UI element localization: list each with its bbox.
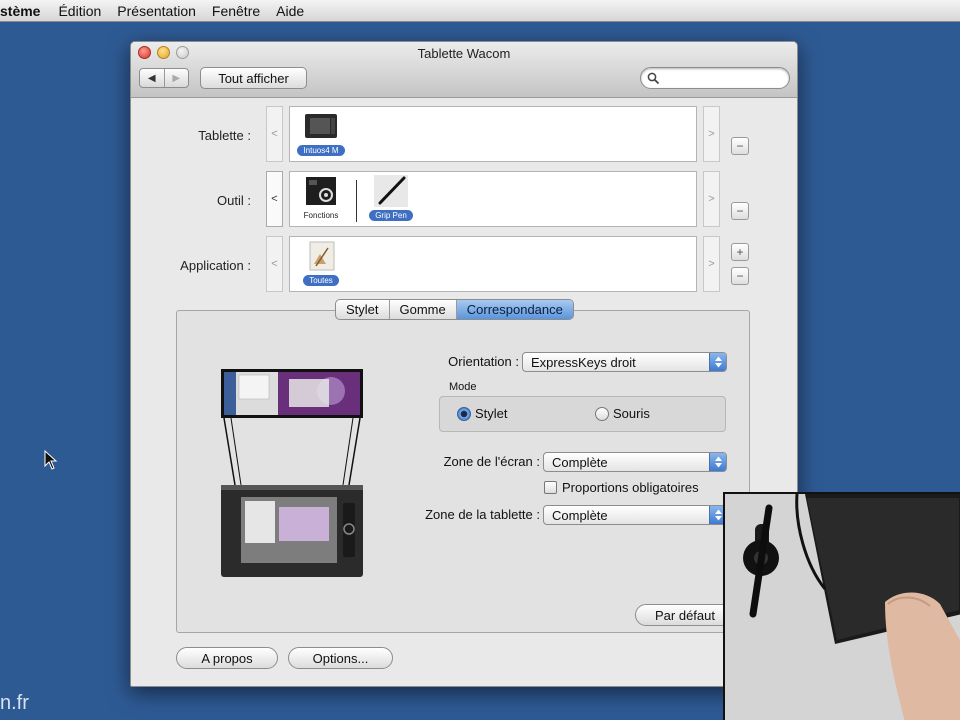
mouse-cursor-icon <box>44 450 58 470</box>
options-button[interactable]: Options... <box>288 647 393 669</box>
mode-group: Stylet Souris <box>439 396 726 432</box>
application-remove-button[interactable]: − <box>731 267 749 285</box>
tab-stylet[interactable]: Stylet <box>336 300 390 319</box>
default-button[interactable]: Par défaut <box>635 604 735 626</box>
mapping-preview-image <box>221 369 363 577</box>
back-button[interactable]: ◀ <box>140 69 165 87</box>
screen-zone-label: Zone de l'écran : <box>443 454 540 469</box>
show-all-button[interactable]: Tout afficher <box>200 67 307 89</box>
tab-correspondance[interactable]: Correspondance <box>456 300 573 319</box>
mode-stylet-label: Stylet <box>475 406 508 421</box>
functions-icon <box>306 177 336 205</box>
mode-souris-label: Souris <box>613 406 650 421</box>
tool-list: Fonctions Grip Pen <box>289 171 697 227</box>
window-title: Tablette Wacom <box>417 46 511 61</box>
functions-tile-label: Fonctions <box>303 211 339 220</box>
menu-help[interactable]: Aide <box>276 3 304 19</box>
orientation-label: Orientation : <box>448 354 519 369</box>
screen-zone-popup[interactable]: Complète <box>543 452 727 472</box>
window-toolbar: Tablette Wacom ◀ ▶ Tout afficher <box>131 42 797 98</box>
orientation-value: ExpressKeys droit <box>531 354 636 370</box>
tool-label: Outil : <box>217 193 251 208</box>
screen-zone-value: Complète <box>552 454 608 470</box>
forward-button[interactable]: ▶ <box>165 69 189 87</box>
application-add-button[interactable]: + <box>731 243 749 261</box>
mode-stylet-radio[interactable]: Stylet <box>457 406 508 421</box>
menu-bar: stème Édition Présentation Fenêtre Aide <box>0 0 960 22</box>
tab-gomme[interactable]: Gomme <box>390 300 457 319</box>
tablet-list: Intuos4 M <box>289 106 697 162</box>
menu-system[interactable]: stème <box>0 3 40 19</box>
mode-souris-radio[interactable]: Souris <box>595 406 650 421</box>
grip-pen-tile-label: Grip Pen <box>369 210 413 221</box>
application-list: Toutes <box>289 236 697 292</box>
search-icon <box>647 72 660 85</box>
pen-icon <box>374 175 408 207</box>
back-forward-control: ◀ ▶ <box>139 68 189 88</box>
tablet-scroll-right[interactable]: > <box>703 106 720 162</box>
tablet-tile-label: Intuos4 M <box>297 145 345 156</box>
radio-selected-icon <box>457 406 471 421</box>
application-scroll-right[interactable]: > <box>703 236 720 292</box>
tablet-zone-value: Complète <box>552 507 608 523</box>
all-apps-tile[interactable]: Toutes <box>290 240 352 290</box>
tablet-remove-button[interactable]: − <box>731 137 749 155</box>
tablet-icon <box>305 114 337 138</box>
mode-label: Mode <box>449 381 477 393</box>
mapping-panel: Orientation : ExpressKeys droit Mode Sty… <box>176 310 750 633</box>
tablet-zone-label: Zone de la tablette : <box>425 507 540 522</box>
webcam-video-overlay <box>723 492 960 720</box>
menu-edit[interactable]: Édition <box>58 3 101 19</box>
application-scroll-left[interactable]: < <box>266 236 283 292</box>
webcam-scene-image <box>725 494 960 720</box>
orientation-popup[interactable]: ExpressKeys droit <box>522 352 727 372</box>
tool-separator <box>356 180 357 222</box>
watermark-text: n.fr <box>0 692 29 714</box>
tablet-label: Tablette : <box>198 128 251 143</box>
application-label: Application : <box>180 258 251 273</box>
grip-pen-tile[interactable]: Grip Pen <box>360 175 422 225</box>
menu-view[interactable]: Présentation <box>117 3 196 19</box>
proportions-label: Proportions obligatoires <box>562 480 699 495</box>
radio-unselected-icon <box>595 406 609 421</box>
popup-arrows-icon <box>709 353 726 371</box>
tool-scroll-left[interactable]: < <box>266 171 283 227</box>
about-button[interactable]: A propos <box>176 647 278 669</box>
tool-scroll-right[interactable]: > <box>703 171 720 227</box>
checkbox-icon <box>544 481 557 494</box>
search-field[interactable] <box>640 67 790 89</box>
menu-window[interactable]: Fenêtre <box>212 3 260 19</box>
proportions-checkbox[interactable]: Proportions obligatoires <box>544 480 699 495</box>
popup-arrows-icon <box>709 453 726 471</box>
tool-remove-button[interactable]: − <box>731 202 749 220</box>
all-apps-tile-label: Toutes <box>303 275 339 286</box>
tablet-zone-popup[interactable]: Complète <box>543 505 727 525</box>
tablet-tile[interactable]: Intuos4 M <box>290 110 352 160</box>
tab-bar: Stylet Gomme Correspondance <box>335 299 574 320</box>
functions-tile[interactable]: Fonctions <box>290 175 352 225</box>
tablet-scroll-left[interactable]: < <box>266 106 283 162</box>
wacom-preferences-window: Tablette Wacom ◀ ▶ Tout afficher Tablett… <box>130 41 798 687</box>
all-apps-icon <box>309 241 335 271</box>
